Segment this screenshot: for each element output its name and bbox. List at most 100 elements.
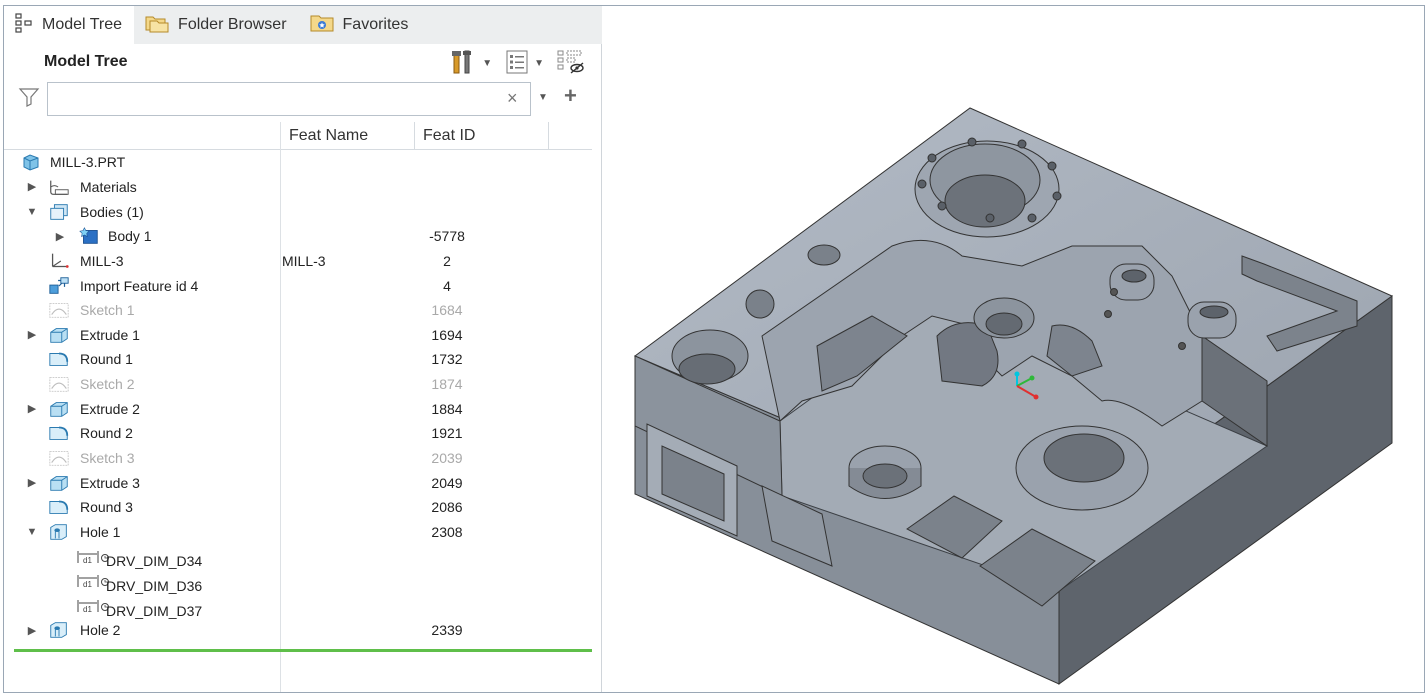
slot-hole xyxy=(1121,269,1147,283)
collapse-arrow-icon[interactable]: ▼ xyxy=(26,526,38,538)
tree-item[interactable]: d1 DRV_DIM_D37 xyxy=(4,594,602,619)
hide-items-button[interactable] xyxy=(553,49,589,77)
tree-item-label: DRV_DIM_D36 xyxy=(106,577,203,594)
feat-id-cell: -5778 xyxy=(429,228,465,245)
part-icon xyxy=(20,152,42,172)
tree-item[interactable]: ▶ Body 1 -5778 xyxy=(4,224,602,249)
favorites-icon xyxy=(309,12,335,39)
clear-icon[interactable]: × xyxy=(507,88,518,109)
tree-toolbar: ▼ ▼ xyxy=(447,48,589,78)
application-frame: Model Tree Folder Browser Favorites Mode… xyxy=(3,5,1425,693)
tab-folder-browser[interactable]: Folder Browser xyxy=(134,6,298,44)
folder-icon xyxy=(144,12,170,39)
tree-item-label: MILL-3 xyxy=(80,252,124,269)
tree-item[interactable]: Sketch 1 1684 xyxy=(4,298,602,323)
show-options-button[interactable]: ▼ xyxy=(501,49,547,77)
chevron-down-icon: ▼ xyxy=(482,57,493,69)
extrude-icon xyxy=(48,399,70,419)
tree-item-label: DRV_DIM_D37 xyxy=(106,602,203,619)
search-input[interactable] xyxy=(47,82,531,116)
column-feat-name[interactable]: Feat Name xyxy=(280,122,414,150)
tab-label: Folder Browser xyxy=(178,16,287,33)
feat-id-cell: 4 xyxy=(443,277,451,294)
insert-here-indicator[interactable] xyxy=(14,649,592,652)
chevron-down-icon[interactable]: ▼ xyxy=(538,92,548,103)
tab-model-tree[interactable]: Model Tree xyxy=(4,6,135,44)
feat-name-cell: MILL-3 xyxy=(282,252,326,269)
tools-icon xyxy=(450,49,478,78)
tree-item[interactable]: Round 1 1732 xyxy=(4,347,602,372)
tree-item[interactable]: d1 DRV_DIM_D34 xyxy=(4,544,602,569)
tree-item-label: Extrude 2 xyxy=(80,400,140,417)
feat-id-cell: 1694 xyxy=(431,326,463,343)
tree-item-label: Hole 2 xyxy=(80,622,121,639)
dimension-relation-icon: d1 xyxy=(76,571,110,591)
extrude-icon xyxy=(48,325,70,345)
hole-icon xyxy=(48,620,70,640)
round-icon xyxy=(48,349,70,369)
tree-item[interactable]: ▶ Extrude 2 1884 xyxy=(4,396,602,421)
tree-item[interactable]: ▼ Hole 1 2308 xyxy=(4,520,602,545)
materials-icon xyxy=(48,177,70,197)
settings-tools-button[interactable]: ▼ xyxy=(447,49,495,77)
tree-item-label: Sketch 3 xyxy=(80,450,135,466)
csys-icon xyxy=(48,251,70,271)
tree-item[interactable]: d1 DRV_DIM_D36 xyxy=(4,569,602,594)
sketch-icon xyxy=(48,374,70,394)
pin-hole xyxy=(1110,288,1118,296)
tree-item[interactable]: ▶ Extrude 3 2049 xyxy=(4,470,602,495)
tree-item[interactable]: ▶ Extrude 1 1694 xyxy=(4,322,602,347)
tree-item[interactable]: Sketch 2 1874 xyxy=(4,372,602,397)
feat-id-cell: 2 xyxy=(443,252,451,269)
tree-item[interactable]: Sketch 3 2039 xyxy=(4,446,602,471)
tree-item[interactable]: MILL-3 MILL-3 2 xyxy=(4,249,602,274)
tree-item[interactable]: ▶ Materials xyxy=(4,175,602,200)
tree-item[interactable]: MILL-3.PRT xyxy=(4,150,602,175)
expand-arrow-icon[interactable]: ▶ xyxy=(26,624,38,637)
expand-arrow-icon[interactable]: ▶ xyxy=(26,180,38,193)
expand-arrow-icon[interactable]: ▶ xyxy=(26,402,38,415)
bore xyxy=(944,174,1026,228)
3d-model-view[interactable] xyxy=(602,6,1424,692)
tree-item[interactable]: Round 2 1921 xyxy=(4,421,602,446)
small-hole xyxy=(745,289,775,319)
svg-text:d1: d1 xyxy=(83,580,92,589)
pin-hole xyxy=(1104,310,1112,318)
tree-item-label: Round 2 xyxy=(80,425,133,442)
feat-id-cell: 1921 xyxy=(431,425,463,442)
pin-hole xyxy=(1178,342,1186,350)
tree-item-label: Hole 1 xyxy=(80,523,121,540)
tree-item-label: Extrude 3 xyxy=(80,474,140,491)
svg-text:d1: d1 xyxy=(83,605,92,614)
feat-id-cell: 2039 xyxy=(431,450,463,466)
svg-text:d1: d1 xyxy=(83,556,92,565)
column-feat-id[interactable]: Feat ID xyxy=(414,122,548,150)
tree-item-label: Sketch 1 xyxy=(80,302,135,319)
expand-arrow-icon[interactable]: ▶ xyxy=(26,328,38,341)
tree-item-label: Materials xyxy=(80,178,137,195)
graphics-viewport[interactable] xyxy=(602,6,1424,692)
feat-id-cell: 1884 xyxy=(431,400,463,417)
tree-item[interactable]: ▶ Hole 2 2339 xyxy=(4,618,602,643)
tree-item[interactable]: ▼ Bodies (1) xyxy=(4,199,602,224)
list-options-icon xyxy=(504,49,530,78)
collapse-arrow-icon[interactable]: ▼ xyxy=(26,206,38,218)
tree-item[interactable]: Import Feature id 4 4 xyxy=(4,273,602,298)
tree-item-label: Body 1 xyxy=(108,228,152,245)
tree-item-label: DRV_DIM_D34 xyxy=(106,553,203,570)
chevron-down-icon: ▼ xyxy=(534,57,544,69)
add-icon[interactable]: + xyxy=(564,85,577,107)
filter-icon[interactable] xyxy=(18,87,40,107)
tab-favorites[interactable]: Favorites xyxy=(299,6,421,44)
round-icon xyxy=(48,423,70,443)
extrude-icon xyxy=(48,473,70,493)
tree-item-label: Extrude 1 xyxy=(80,326,140,343)
expand-arrow-icon[interactable]: ▶ xyxy=(26,476,38,489)
expand-arrow-icon[interactable]: ▶ xyxy=(54,230,66,243)
tree-item[interactable]: Round 3 2086 xyxy=(4,495,602,520)
dimension-relation-icon: d1 xyxy=(76,547,110,567)
feat-id-cell: 2308 xyxy=(431,523,463,540)
model-tree: MILL-3.PRT ▶ Materials ▼ Bodies (1) ▶ Body 1 -5… xyxy=(4,150,602,643)
tree-item-label: Round 3 xyxy=(80,499,133,516)
tree-item-label: Sketch 2 xyxy=(80,376,135,393)
